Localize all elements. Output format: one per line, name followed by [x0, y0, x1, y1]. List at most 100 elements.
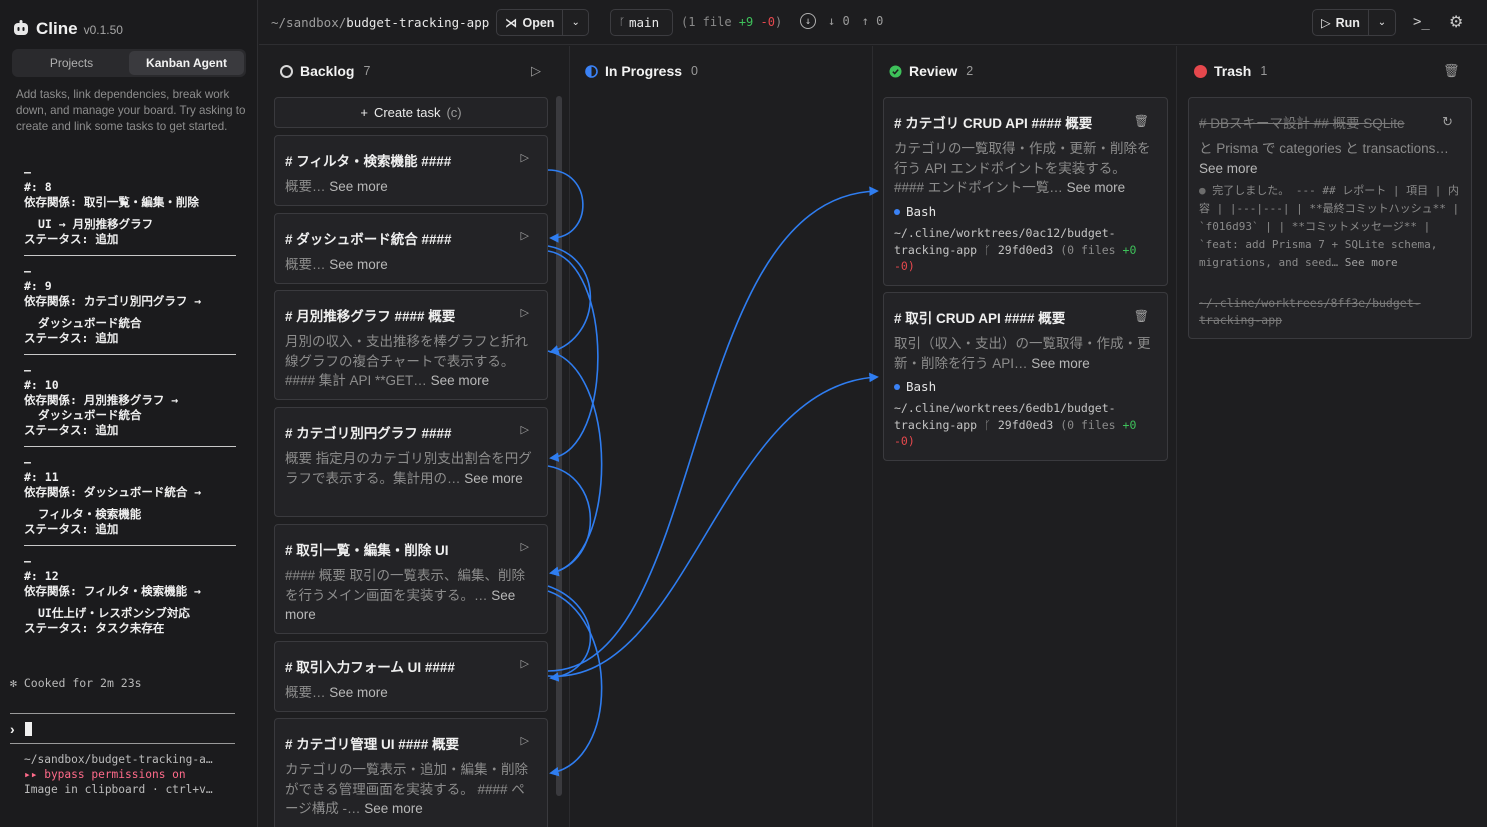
card-description: 概要… See more — [285, 179, 388, 194]
tab-projects[interactable]: Projects — [14, 51, 129, 75]
run-button-group: ▷ Run ⌄ — [1312, 9, 1396, 36]
trash-card[interactable]: # DBスキーマ設計 ## 概要 SQLite ↻ と Prisma で cat… — [1188, 97, 1472, 339]
log-entry-dependency: 依存関係: 月別推移グラフ → — [24, 393, 179, 407]
backlog-card[interactable]: # カテゴリ管理 UI #### 概要 ▷ カテゴリの一覧表示・追加・編集・削除… — [274, 718, 548, 827]
column-header-trash: Trash 1 — [1194, 61, 1267, 81]
card-description: 概要… See more — [285, 257, 388, 272]
card-title: # カテゴリ別円グラフ #### — [285, 426, 452, 441]
worktree-info: ~/.cline/worktrees/6edb1/budget-tracking… — [894, 401, 1137, 448]
pull-status[interactable]: ↓ 0 — [828, 14, 850, 28]
log-entry-number: #: 11 — [24, 470, 59, 484]
see-more-link[interactable]: See more — [1345, 256, 1398, 269]
agent-prompt-input[interactable]: › — [10, 713, 235, 744]
see-more-link[interactable]: See more — [464, 471, 523, 486]
column-divider — [569, 46, 570, 827]
prompt-caret-icon: › — [10, 721, 15, 737]
see-more-link[interactable]: See more — [431, 373, 490, 388]
trash-icon[interactable]: 🗑 — [1134, 114, 1149, 128]
clear-trash-icon[interactable]: 🗑 — [1443, 63, 1460, 79]
agent-report: ● 完了しました。 --- ## レポート | 項目 | 内容 | |---|-… — [1199, 184, 1460, 269]
start-task-play-icon[interactable]: ▷ — [521, 306, 529, 319]
log-entry: – #: 9 依存関係: カテゴリ別円グラフ → ダッシュボード統合 ステータス… — [24, 264, 236, 355]
card-description: カテゴリの一覧表示・追加・編集・削除ができる管理画面を実装する。 #### ペー… — [285, 762, 528, 816]
card-title: # カテゴリ管理 UI #### 概要 — [285, 737, 460, 752]
tool-activity: Bash — [894, 204, 936, 219]
tool-activity: Bash — [894, 379, 936, 394]
footer-permissions: ▸▸ bypass permissions on — [24, 768, 186, 781]
gear-icon[interactable]: ⚙ — [1449, 12, 1463, 32]
see-more-link[interactable]: See more — [329, 257, 388, 272]
trash-icon[interactable]: 🗑 — [1134, 309, 1149, 323]
agent-footer: ~/sandbox/budget-tracking-a… ▸▸ bypass p… — [24, 752, 234, 797]
card-title: # DBスキーマ設計 ## 概要 SQLite — [1199, 116, 1405, 131]
run-button[interactable]: ▷ Run — [1313, 10, 1369, 35]
backlog-scrollbar[interactable] — [556, 96, 562, 796]
dependency-link — [547, 186, 879, 672]
fetch-icon[interactable]: ↓ — [800, 13, 816, 29]
log-entry: – #: 10 依存関係: 月別推移グラフ → ダッシュボード統合 ステータス:… — [24, 363, 236, 447]
card-description: 月別の収入・支出推移を棒グラフと折れ線グラフの複合チャートで表示する。 ####… — [285, 334, 528, 388]
trash-status-icon — [1194, 64, 1207, 78]
create-task-button[interactable]: + Create task (c) — [274, 97, 548, 128]
start-task-play-icon[interactable]: ▷ — [521, 151, 529, 164]
restore-icon[interactable]: ↻ — [1442, 114, 1453, 130]
log-entry-status: ステータス: 追加 — [24, 331, 119, 345]
start-task-play-icon[interactable]: ▷ — [521, 229, 529, 242]
plus-icon: + — [360, 105, 368, 120]
see-more-link[interactable]: See more — [1031, 356, 1090, 371]
run-backlog-play-icon[interactable]: ▷ — [531, 63, 541, 79]
see-more-link[interactable]: See more — [1067, 180, 1126, 195]
backlog-card[interactable]: # カテゴリ別円グラフ #### ▷ 概要 指定月のカテゴリ別支出割合を円グラフ… — [274, 407, 548, 517]
log-entry-number: #: 12 — [24, 569, 59, 583]
log-entry-dependency: 依存関係: ダッシュボード統合 → — [24, 485, 202, 499]
backlog-card[interactable]: # ダッシュボード統合 #### ▷ 概要… See more — [274, 213, 548, 284]
app-name: Cline — [36, 19, 78, 38]
start-task-play-icon[interactable]: ▷ — [521, 423, 529, 436]
sidebar: Cline v0.1.50 Projects Kanban Agent Add … — [0, 0, 258, 827]
push-status[interactable]: ↑ 0 — [862, 14, 884, 28]
see-more-link[interactable]: See more — [329, 685, 388, 700]
see-more-link[interactable]: See more — [364, 801, 423, 816]
card-title: # カテゴリ CRUD API #### 概要 — [894, 116, 1093, 131]
log-entry-status: ステータス: 追加 — [24, 423, 119, 437]
column-header-backlog: Backlog 7 — [280, 61, 370, 81]
start-task-play-icon[interactable]: ▷ — [521, 734, 529, 747]
review-card[interactable]: # 取引 CRUD API #### 概要 🗑 取引（収入・支出）の一覧取得・作… — [883, 292, 1168, 461]
review-card[interactable]: # カテゴリ CRUD API #### 概要 🗑 カテゴリの一覧取得・作成・更… — [883, 97, 1168, 286]
log-entry-dependency: 依存関係: 取引一覧・編集・削除 — [24, 195, 199, 209]
column-divider — [1176, 46, 1177, 827]
card-title: # 月別推移グラフ #### 概要 — [285, 309, 456, 324]
text-cursor — [25, 722, 32, 736]
open-button[interactable]: ⋊ Open — [497, 10, 564, 35]
card-description: カテゴリの一覧取得・作成・更新・削除を行う API エンドポイントを実装する。 … — [894, 141, 1151, 195]
footer-clipboard: Image in clipboard · ctrl+v… — [24, 783, 213, 796]
card-title: # 取引入力フォーム UI #### — [285, 660, 455, 675]
backlog-card[interactable]: # 月別推移グラフ #### 概要 ▷ 月別の収入・支出推移を棒グラフと折れ線グ… — [274, 290, 548, 400]
start-task-play-icon[interactable]: ▷ — [521, 540, 529, 553]
kanban-board: Backlog 7 ▷ + Create task (c) # フィルタ・検索機… — [259, 46, 1487, 827]
see-more-link[interactable]: See more — [329, 179, 388, 194]
cooked-status: ✻ Cooked for 2m 23s — [10, 676, 142, 690]
run-dropdown-button[interactable]: ⌄ — [1369, 17, 1395, 28]
card-title: # 取引 CRUD API #### 概要 — [894, 311, 1066, 326]
column-header-review: Review 2 — [889, 61, 973, 81]
open-dropdown-button[interactable]: ⌄ — [563, 17, 588, 28]
see-more-link[interactable]: See more — [1199, 161, 1258, 176]
log-entry-status: ステータス: タスク未存在 — [24, 621, 165, 635]
backlog-status-icon — [280, 64, 293, 78]
card-description: と Prisma で categories と transactions… Se… — [1199, 141, 1449, 176]
project-path: ~/sandbox/budget-tracking-app — [271, 15, 490, 30]
backlog-card[interactable]: # 取引入力フォーム UI #### ▷ 概要… See more — [274, 641, 548, 712]
terminal-icon[interactable]: >_ — [1413, 14, 1430, 30]
worktree-path: ~/.cline/worktrees/8ff3e/budget-tracking… — [1199, 296, 1421, 327]
branch-button[interactable]: ᚴ main — [610, 9, 673, 36]
project-name: budget-tracking-app — [346, 15, 490, 30]
start-task-play-icon[interactable]: ▷ — [521, 657, 529, 670]
tab-kanban-agent[interactable]: Kanban Agent — [129, 51, 244, 75]
card-description: 概要 指定月のカテゴリ別支出割合を円グラフで表示する。集計用の… See mor… — [285, 451, 532, 486]
open-button-group: ⋊ Open ⌄ — [496, 9, 589, 36]
backlog-card[interactable]: # 取引一覧・編集・削除 UI ▷ #### 概要 取引の一覧表示、編集、削除を… — [274, 524, 548, 634]
backlog-card[interactable]: # フィルタ・検索機能 #### ▷ 概要… See more — [274, 135, 548, 206]
card-description: #### 概要 取引の一覧表示、編集、削除を行うメイン画面を実装する。… See… — [285, 568, 526, 622]
log-entry: – #: 11 依存関係: ダッシュボード統合 → フィルタ・検索機能 ステータ… — [24, 455, 236, 546]
